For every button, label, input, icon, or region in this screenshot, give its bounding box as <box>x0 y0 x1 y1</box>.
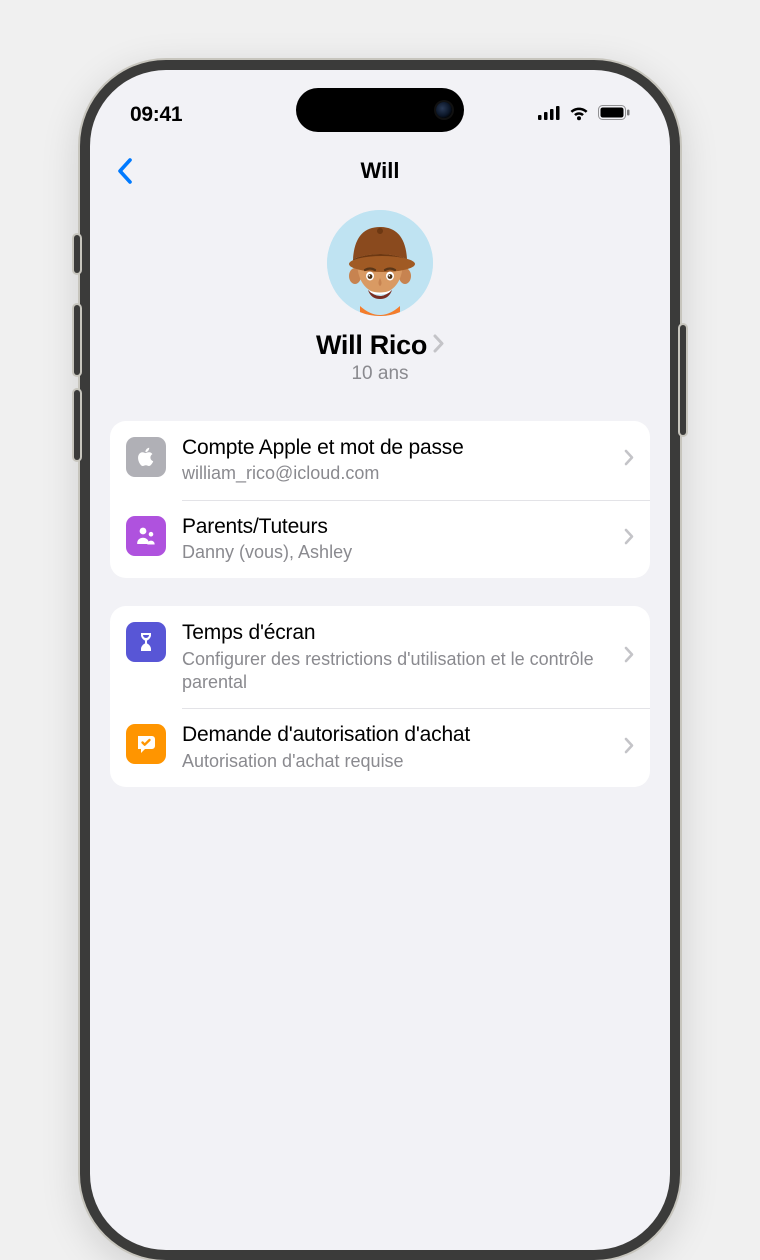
settings-group: Temps d'écran Configurer des restriction… <box>110 606 650 787</box>
hourglass-icon <box>126 622 166 662</box>
row-title: Compte Apple et mot de passe <box>182 435 616 461</box>
avatar <box>327 210 433 316</box>
row-subtitle: Danny (vous), Ashley <box>182 541 616 564</box>
row-body: Parents/Tuteurs Danny (vous), Ashley <box>182 514 616 565</box>
camera-dot <box>436 102 452 118</box>
side-button <box>74 235 80 273</box>
row-subtitle: Configurer des restrictions d'utilisatio… <box>182 648 616 695</box>
profile-age: 10 ans <box>351 363 408 385</box>
status-indicators <box>538 105 630 126</box>
row-subtitle: Autorisation d'achat requise <box>182 750 616 773</box>
profile-name-button[interactable]: Will Rico <box>316 330 444 361</box>
wifi-icon <box>568 105 590 126</box>
row-body: Temps d'écran Configurer des restriction… <box>182 620 616 694</box>
chevron-right-icon <box>624 646 634 668</box>
back-button[interactable] <box>108 154 142 188</box>
side-button <box>74 390 80 460</box>
battery-icon <box>598 105 630 125</box>
row-apple-account[interactable]: Compte Apple et mot de passe william_ric… <box>110 421 650 500</box>
parents-icon <box>126 516 166 556</box>
cellular-icon <box>538 106 560 125</box>
nav-bar: Will <box>90 142 670 200</box>
row-screen-time[interactable]: Temps d'écran Configurer des restriction… <box>110 606 650 708</box>
row-body: Compte Apple et mot de passe william_ric… <box>182 435 616 486</box>
screen: 09:41 Will <box>90 70 670 1250</box>
row-parents-guardians[interactable]: Parents/Tuteurs Danny (vous), Ashley <box>110 500 650 579</box>
content: Will Rico 10 ans Compte Apple et mot de … <box>90 210 670 815</box>
settings-group: Compte Apple et mot de passe william_ric… <box>110 421 650 578</box>
profile-name: Will Rico <box>316 330 427 361</box>
status-time: 09:41 <box>130 103 182 127</box>
row-subtitle: william_rico@icloud.com <box>182 462 616 485</box>
chevron-left-icon <box>117 158 133 184</box>
row-ask-to-buy[interactable]: Demande d'autorisation d'achat Autorisat… <box>110 708 650 787</box>
chevron-right-icon <box>624 449 634 471</box>
row-title: Temps d'écran <box>182 620 616 646</box>
phone-frame: 09:41 Will <box>80 60 680 1260</box>
row-title: Demande d'autorisation d'achat <box>182 722 616 748</box>
nav-title: Will <box>361 158 400 184</box>
side-button <box>74 305 80 375</box>
chevron-right-icon <box>433 334 444 358</box>
ask-to-buy-icon <box>126 724 166 764</box>
apple-icon <box>126 437 166 477</box>
side-button <box>680 325 686 435</box>
profile-header: Will Rico 10 ans <box>110 210 650 385</box>
dynamic-island <box>296 88 464 132</box>
chevron-right-icon <box>624 737 634 759</box>
row-title: Parents/Tuteurs <box>182 514 616 540</box>
chevron-right-icon <box>624 528 634 550</box>
row-body: Demande d'autorisation d'achat Autorisat… <box>182 722 616 773</box>
